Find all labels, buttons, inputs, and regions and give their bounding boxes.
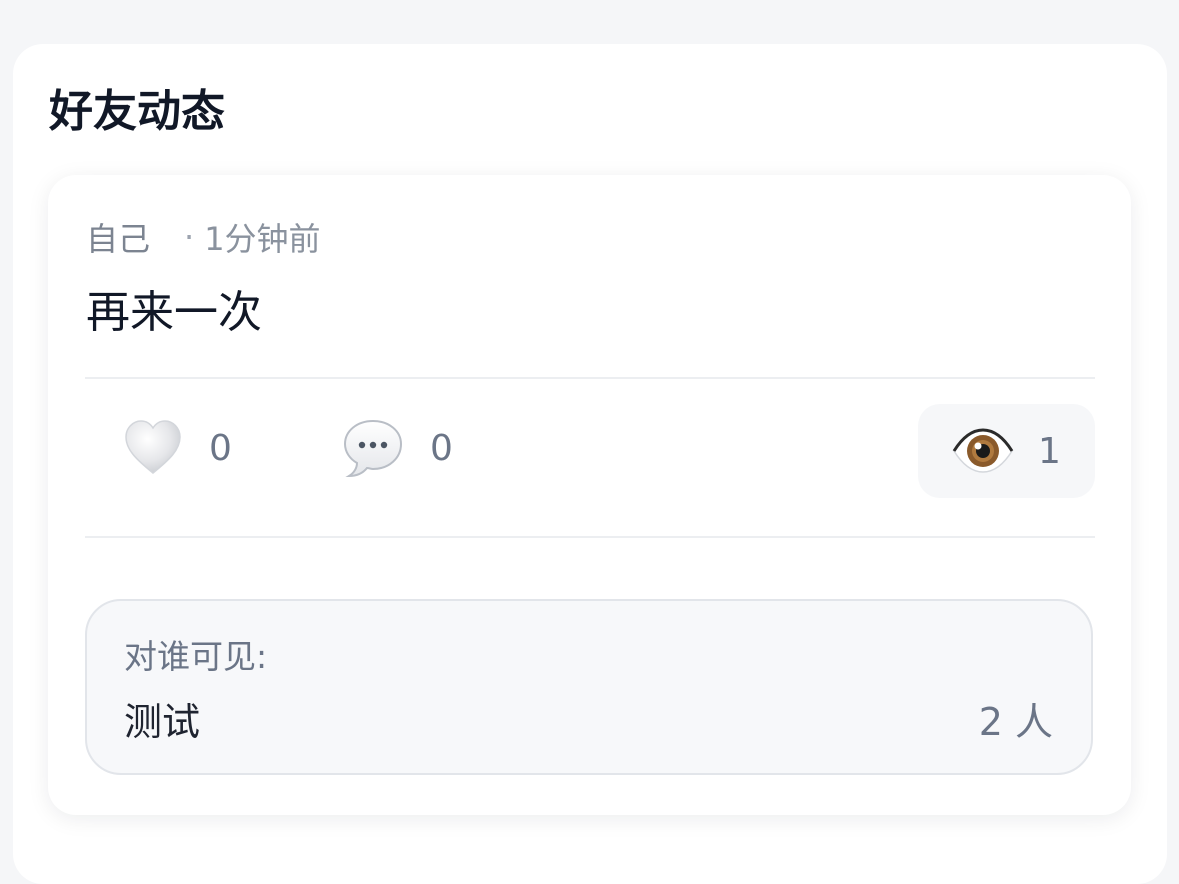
post-timestamp: 1分钟前 <box>204 220 321 258</box>
view-count: 1 <box>1038 430 1061 472</box>
heart-icon <box>123 418 183 478</box>
post-content: 再来一次 <box>86 287 262 338</box>
visibility-label: 对谁可见: <box>124 637 268 676</box>
post-card[interactable]: 自己 · 1分钟前 再来一次 0 0 1 对谁可见: 测试 2 人 <box>48 175 1131 815</box>
visibility-group-name: 测试 <box>124 700 201 744</box>
friend-feed-panel: 好友动态 自己 · 1分钟前 再来一次 0 0 1 对谁可见: 测试 2 人 <box>13 44 1167 884</box>
visibility-card[interactable]: 对谁可见: 测试 2 人 <box>85 599 1093 775</box>
eye-icon <box>952 427 1014 475</box>
post-author[interactable]: 自己 <box>86 214 150 260</box>
divider <box>85 536 1095 538</box>
post-meta: 自己 · 1分钟前 <box>86 215 321 259</box>
visibility-member-count: 2 人 <box>978 700 1053 744</box>
comment-count: 0 <box>430 427 453 469</box>
view-count-button[interactable]: 1 <box>918 404 1095 498</box>
like-button[interactable]: 0 <box>123 401 232 495</box>
meta-separator: · <box>184 218 195 256</box>
divider <box>85 377 1095 379</box>
comment-button[interactable]: 0 <box>342 401 453 495</box>
speech-bubble-icon <box>342 417 404 479</box>
page-title: 好友动态 <box>49 86 225 137</box>
like-count: 0 <box>209 427 232 469</box>
